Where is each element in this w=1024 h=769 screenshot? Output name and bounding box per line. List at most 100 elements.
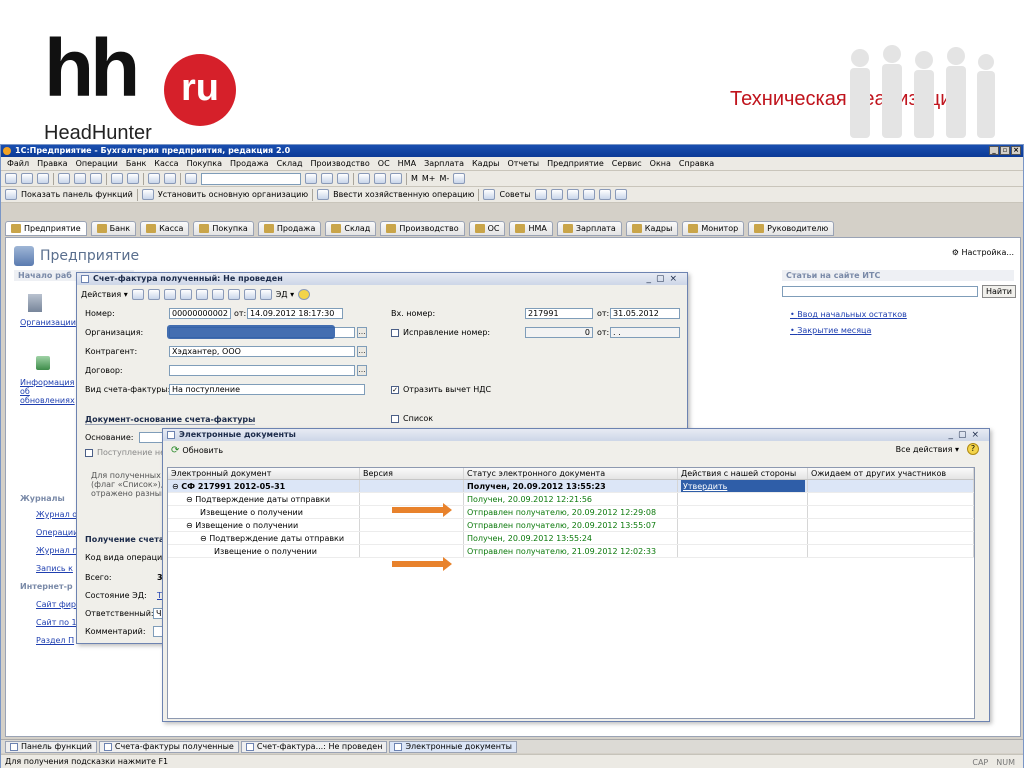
table-row[interactable]: Извещение о получении Отправлен получател… (168, 506, 974, 519)
cut-icon[interactable] (58, 173, 70, 184)
taskbar-item-1[interactable]: Счета-фактуры полученные (98, 740, 239, 753)
section-tab-10[interactable]: Кадры (625, 221, 679, 236)
journal-link-1[interactable]: Журнал о (36, 510, 77, 519)
date-field[interactable]: 14.09.2012 18:17:30 (247, 308, 343, 319)
menu-item-12[interactable]: Кадры (472, 159, 500, 168)
memory-plus-button[interactable]: М+ (422, 174, 436, 183)
structure-icon[interactable] (259, 288, 272, 300)
taskbar-item-2[interactable]: Счет-фактура...: Не проведен (240, 740, 388, 753)
search-input[interactable] (201, 172, 301, 185)
delete-icon[interactable] (195, 288, 208, 300)
dt-kt-icon[interactable] (227, 288, 240, 300)
organizations-link[interactable]: Организации (20, 318, 76, 327)
menu-item-8[interactable]: Производство (311, 159, 370, 168)
its-link-month-close[interactable]: • Закрытие месяца (790, 326, 871, 335)
menu-item-11[interactable]: Зарплата (424, 159, 464, 168)
internet-link-3[interactable]: Раздел П (36, 636, 74, 645)
find-next-icon[interactable] (305, 173, 317, 184)
filter-icon[interactable] (211, 288, 224, 300)
help-icon[interactable] (298, 288, 311, 300)
col-waiting[interactable]: Ожидаем от других участников (808, 468, 974, 479)
menu-item-2[interactable]: Операции (76, 159, 118, 168)
save-icon[interactable] (37, 173, 49, 184)
table-row[interactable]: ⊖ Подтверждение даты отправки Получен, 20… (168, 532, 974, 545)
copy-icon[interactable] (74, 173, 86, 184)
search-icon[interactable] (185, 173, 197, 184)
users-icon[interactable] (390, 173, 402, 184)
settings-button[interactable]: ⚙ Настройка... (952, 248, 1014, 257)
report-icon[interactable] (598, 189, 611, 200)
contract-field[interactable] (169, 365, 355, 376)
table-row[interactable]: ⊖ СФ 217991 2012-05-31 Получен, 20.09.201… (168, 480, 974, 493)
invoice-kind-field[interactable]: На поступление (169, 384, 365, 395)
info-icon[interactable] (337, 173, 349, 184)
menu-item-16[interactable]: Окна (650, 159, 671, 168)
col-status[interactable]: Статус электронного документа (464, 468, 678, 479)
tools-icon[interactable] (453, 173, 466, 184)
contract-select-button[interactable]: … (357, 365, 367, 376)
section-tab-12[interactable]: Руководителю (748, 221, 835, 236)
in-number-field[interactable]: 217991 (525, 308, 593, 319)
journal-link-2[interactable]: Операции (36, 528, 78, 537)
tree-toggle-icon[interactable]: ⊖ (172, 482, 181, 491)
minimize-icon[interactable]: _ (989, 146, 999, 155)
report-icon[interactable] (614, 189, 627, 200)
menu-item-1[interactable]: Правка (37, 159, 67, 168)
taskbar-item-0[interactable]: Панель функций (5, 740, 97, 753)
fix-number-checkbox[interactable] (391, 329, 399, 337)
menu-item-6[interactable]: Продажа (230, 159, 269, 168)
actions-menu-button[interactable]: Действия ▾ (81, 290, 128, 299)
approve-link[interactable]: Утвердить (681, 480, 805, 492)
find-prev-icon[interactable] (321, 173, 333, 184)
vat-deduction-checkbox[interactable]: ✓ (391, 386, 399, 394)
post-icon[interactable] (131, 288, 144, 300)
restore-icon[interactable]: ▫ (1000, 146, 1010, 155)
new-icon[interactable] (5, 173, 17, 184)
journal-link-3[interactable]: Журнал п (36, 546, 77, 555)
refresh-icon[interactable] (163, 288, 176, 300)
tree-toggle-icon[interactable]: ⊖ (200, 534, 209, 543)
window-controls[interactable]: _▢× (948, 429, 984, 441)
menu-item-5[interactable]: Покупка (187, 159, 222, 168)
report-icon[interactable] (534, 189, 547, 200)
report-icon[interactable] (566, 189, 579, 200)
fix-number-field[interactable]: 0 (525, 327, 593, 338)
report-icon[interactable] (550, 189, 563, 200)
journal-link-4[interactable]: Запись к (36, 564, 73, 573)
preview-icon[interactable] (127, 173, 139, 184)
calendar-icon[interactable] (358, 173, 370, 184)
menu-item-3[interactable]: Банк (126, 159, 146, 168)
undo-icon[interactable] (148, 173, 160, 184)
menu-item-17[interactable]: Справка (679, 159, 714, 168)
col-our-actions[interactable]: Действия с нашей стороны (678, 468, 808, 479)
section-tab-2[interactable]: Касса (140, 221, 190, 236)
ed-menu-button[interactable]: ЭД ▾ (276, 290, 294, 299)
contractor-field[interactable]: Хэдхантер, ООО (169, 346, 355, 357)
section-tab-5[interactable]: Склад (325, 221, 377, 236)
section-tab-9[interactable]: Зарплата (556, 221, 622, 236)
section-tab-0[interactable]: Предприятие (5, 221, 87, 236)
col-version[interactable]: Версия (360, 468, 464, 479)
fix-date-field[interactable]: . . (610, 327, 680, 338)
menu-item-4[interactable]: Касса (154, 159, 178, 168)
col-edoc[interactable]: Электронный документ (168, 468, 360, 479)
section-tab-7[interactable]: ОС (468, 221, 506, 236)
report-icon[interactable] (582, 189, 595, 200)
arrival-checkbox[interactable] (85, 449, 93, 457)
number-field[interactable]: 00000000002 (169, 308, 231, 319)
menu-item-13[interactable]: Отчеты (508, 159, 540, 168)
calculator-icon[interactable] (374, 173, 386, 184)
tips-button[interactable]: Советы (499, 190, 530, 199)
menu-item-9[interactable]: ОС (378, 159, 390, 168)
section-tab-1[interactable]: Банк (90, 221, 137, 236)
menu-item-10[interactable]: НМА (398, 159, 416, 168)
section-tab-6[interactable]: Производство (380, 221, 465, 236)
print-icon[interactable] (111, 173, 123, 184)
refresh-button[interactable]: ⟳ Обновить (171, 445, 223, 456)
tree-toggle-icon[interactable]: ⊖ (186, 495, 195, 504)
contractor-select-button[interactable]: … (357, 346, 367, 357)
menu-item-14[interactable]: Предприятие (547, 159, 604, 168)
section-tab-11[interactable]: Монитор (682, 221, 745, 236)
paste-icon[interactable] (90, 173, 102, 184)
section-tab-4[interactable]: Продажа (257, 221, 322, 236)
